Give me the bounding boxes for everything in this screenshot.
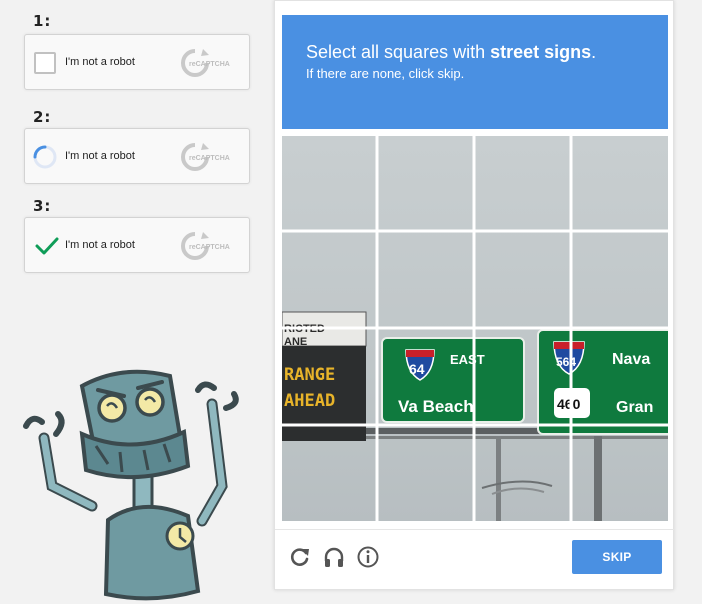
challenge-footer: SKIP <box>275 529 675 585</box>
grid-tile[interactable] <box>475 136 572 232</box>
recaptcha-logo-icon: reCAPTCHA <box>181 232 230 260</box>
headphones-icon[interactable] <box>322 545 346 569</box>
challenge-target: street signs <box>490 42 592 62</box>
recaptcha-logo-icon: reCAPTCHA <box>181 143 230 171</box>
svg-text:reCAPTCHA: reCAPTCHA <box>189 244 230 251</box>
grid-tile[interactable] <box>379 329 476 425</box>
grid-tile[interactable] <box>282 232 379 328</box>
checkbox[interactable] <box>34 52 56 74</box>
info-icon[interactable] <box>356 545 380 569</box>
grid-tile[interactable] <box>379 136 476 232</box>
svg-text:reCAPTCHA: reCAPTCHA <box>189 61 230 68</box>
challenge-panel: Select all squares with street signs. If… <box>274 0 675 590</box>
challenge-sub-instruction: If there are none, click skip. <box>306 66 465 81</box>
step-2-label: 2: <box>33 108 52 126</box>
skip-button[interactable]: SKIP <box>572 540 662 574</box>
recaptcha-logo-icon: reCAPTCHA <box>181 49 230 77</box>
grid-tile[interactable] <box>572 329 669 425</box>
reload-icon[interactable] <box>288 545 312 569</box>
step-3-label: 3: <box>33 197 52 215</box>
recaptcha-checkbox-checked[interactable]: I'm not a robot reCAPTCHA <box>24 217 250 273</box>
spinner-icon <box>33 145 57 169</box>
grid-tile[interactable] <box>282 329 379 425</box>
grid-tile[interactable] <box>475 232 572 328</box>
challenge-header: Select all squares with street signs. If… <box>282 15 668 129</box>
step-1-label: 1: <box>33 12 52 30</box>
checkmark-icon <box>35 237 59 255</box>
grid-tile[interactable] <box>379 425 476 521</box>
recaptcha-checkbox-unchecked[interactable]: I'm not a robot reCAPTCHA <box>24 34 250 90</box>
checkbox-label: I'm not a robot <box>65 239 135 251</box>
grid-tile[interactable] <box>572 136 669 232</box>
checkbox-label: I'm not a robot <box>65 150 135 162</box>
challenge-instruction: Select all squares with street signs. <box>306 42 597 62</box>
grid-tile[interactable] <box>475 329 572 425</box>
grid-tile[interactable] <box>282 136 379 232</box>
image-grid: RICTED ANE RANGE AHEAD 64 EAST Va Beach … <box>282 136 668 521</box>
robot-illustration <box>23 369 239 601</box>
grid-tile[interactable] <box>475 425 572 521</box>
recaptcha-checkbox-loading[interactable]: I'm not a robot reCAPTCHA <box>24 128 250 184</box>
svg-text:reCAPTCHA: reCAPTCHA <box>189 155 230 162</box>
checkbox-label: I'm not a robot <box>65 56 135 68</box>
grid-tile[interactable] <box>572 425 669 521</box>
grid-tile[interactable] <box>379 232 476 328</box>
grid-tile[interactable] <box>282 425 379 521</box>
grid-tiles <box>282 136 668 521</box>
grid-tile[interactable] <box>572 232 669 328</box>
